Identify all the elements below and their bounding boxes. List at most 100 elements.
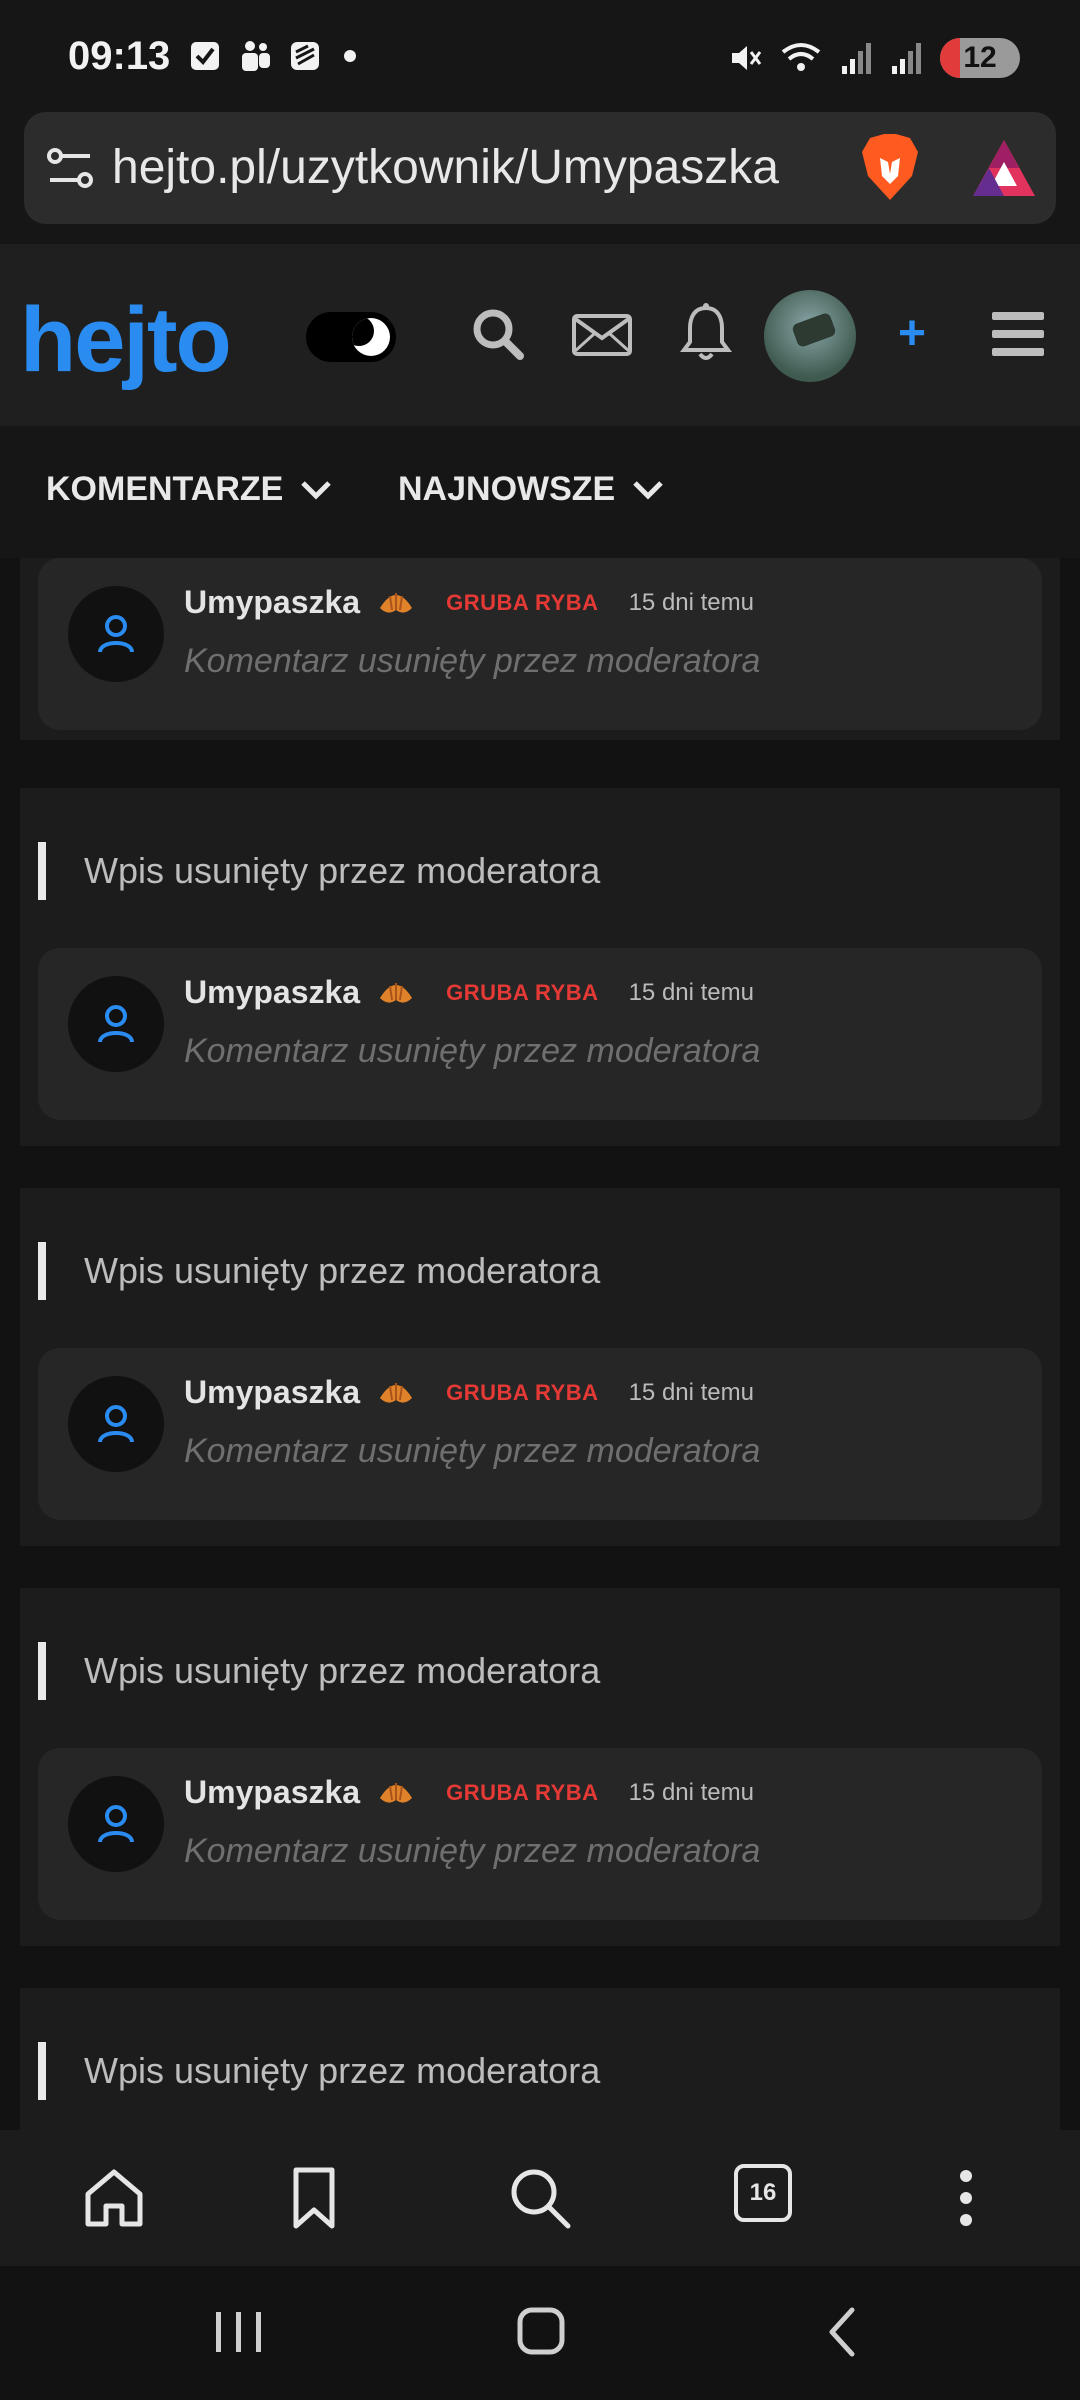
browser-toolbar: hejto.pl/uzytkownik/Umypaszka — [0, 112, 1080, 244]
recent-apps-icon[interactable] — [204, 2300, 274, 2366]
comment[interactable]: Umypaszka GRUBA RYBA 15 dni temu Komenta… — [38, 948, 1042, 1120]
teams-notification-icon — [242, 41, 270, 71]
comment[interactable]: Umypaszka GRUBA RYBA 15 dni temu Komenta… — [38, 1348, 1042, 1520]
chevron-down-icon — [633, 480, 664, 500]
croissant-icon — [380, 592, 413, 613]
croissant-icon — [380, 1782, 413, 1803]
search-icon[interactable] — [506, 2164, 574, 2232]
back-icon[interactable] — [808, 2300, 878, 2366]
menu-icon[interactable] — [986, 302, 1050, 366]
site-header: hejto + — [0, 244, 1080, 426]
user-rank-badge: GRUBA RYBA — [446, 589, 599, 615]
post-title-text: Wpis usunięty przez moderatora — [84, 1250, 601, 1291]
add-post-button[interactable]: + — [898, 304, 926, 364]
post-card: Umypaszka GRUBA RYBA 15 dni temu Komenta… — [20, 558, 1060, 740]
mail-icon[interactable] — [570, 302, 634, 366]
user-icon — [98, 1005, 134, 1043]
screen: 09:13 12 hejto.pl/uzytkownik/Umypaszka h… — [0, 0, 1080, 2400]
hejto-logo[interactable]: hejto — [20, 294, 232, 386]
quote-bar — [38, 1242, 46, 1300]
comment-meta: Umypaszka GRUBA RYBA 15 dni temu — [184, 584, 754, 621]
comment-username[interactable]: Umypaszka — [184, 1374, 360, 1411]
comment-time[interactable]: 15 dni temu — [629, 1379, 754, 1407]
brave-rewards-button[interactable] — [954, 130, 1054, 206]
brave-shields-button[interactable] — [830, 130, 950, 206]
post-card: Wpis usunięty przez moderatora Umypaszka… — [20, 788, 1060, 1146]
comment-time[interactable]: 15 dni temu — [629, 589, 754, 617]
signal-1-icon — [842, 43, 871, 74]
tab-komentarze[interactable]: KOMENTARZE — [46, 470, 333, 509]
wifi-icon — [781, 43, 821, 71]
status-time: 09:13 — [68, 34, 171, 78]
quote-bar — [38, 842, 46, 900]
signal-2-icon — [892, 43, 921, 74]
dark-mode-toggle[interactable] — [306, 312, 396, 362]
comment-text: Komentarz usunięty przez moderatora — [184, 1832, 761, 1870]
post-title[interactable]: Wpis usunięty przez moderatora — [38, 2042, 600, 2100]
post-title[interactable]: Wpis usunięty przez moderatora — [38, 1242, 600, 1300]
comment-username[interactable]: Umypaszka — [184, 584, 360, 621]
post-title-text: Wpis usunięty przez moderatora — [84, 1650, 601, 1691]
tab-najnowsze[interactable]: NAJNOWSZE — [398, 470, 665, 509]
more-notifications-dot — [344, 50, 356, 62]
checkbox-notification-icon — [191, 42, 219, 70]
tabs-counter-button[interactable]: 16 — [734, 2164, 792, 2222]
comment-username[interactable]: Umypaszka — [184, 974, 360, 1011]
comment-avatar[interactable] — [68, 586, 164, 682]
chevron-down-icon — [301, 480, 332, 500]
system-icons: 12 — [728, 38, 1020, 78]
croissant-icon — [380, 982, 413, 1003]
url-text[interactable]: hejto.pl/uzytkownik/Umypaszka — [112, 138, 828, 198]
bat-rewards-icon — [973, 140, 1035, 196]
comment-avatar[interactable] — [68, 1776, 164, 1872]
post-card: Wpis usunięty przez moderatora — [20, 1988, 1060, 2130]
comment[interactable]: Umypaszka GRUBA RYBA 15 dni temu Komenta… — [38, 1748, 1042, 1920]
brave-lion-icon — [862, 134, 918, 200]
comment-time[interactable]: 15 dni temu — [629, 1779, 754, 1807]
layers-notification-icon — [291, 42, 319, 70]
user-avatar[interactable] — [764, 290, 856, 382]
comment-username[interactable]: Umypaszka — [184, 1774, 360, 1811]
user-icon — [98, 1805, 134, 1843]
comment-avatar[interactable] — [68, 1376, 164, 1472]
comment-meta: Umypaszka GRUBA RYBA 15 dni temu — [184, 1374, 754, 1411]
quote-bar — [38, 2042, 46, 2100]
address-bar[interactable]: hejto.pl/uzytkownik/Umypaszka — [24, 112, 1056, 224]
filter-tabs: KOMENTARZE NAJNOWSZE — [0, 426, 1080, 558]
user-icon — [98, 1405, 134, 1443]
user-rank-badge: GRUBA RYBA — [446, 1379, 599, 1405]
bookmark-icon[interactable] — [280, 2164, 348, 2232]
search-icon[interactable] — [466, 302, 530, 366]
home-icon[interactable] — [80, 2164, 148, 2232]
comment-time[interactable]: 15 dni temu — [629, 979, 754, 1007]
post-title[interactable]: Wpis usunięty przez moderatora — [38, 1642, 600, 1700]
comment-meta: Umypaszka GRUBA RYBA 15 dni temu — [184, 974, 754, 1011]
post-card: Wpis usunięty przez moderatora Umypaszka… — [20, 1188, 1060, 1546]
user-rank-badge: GRUBA RYBA — [446, 1779, 599, 1805]
post-title-text: Wpis usunięty przez moderatora — [84, 850, 601, 891]
tab-label: NAJNOWSZE — [398, 470, 616, 508]
battery-indicator: 12 — [940, 38, 1020, 78]
bell-icon[interactable] — [674, 302, 738, 366]
site-settings-icon[interactable] — [44, 142, 96, 194]
feed: Umypaszka GRUBA RYBA 15 dni temu Komenta… — [0, 558, 1080, 2130]
system-nav-bar — [0, 2266, 1080, 2400]
quote-bar — [38, 1642, 46, 1700]
comment-avatar[interactable] — [68, 976, 164, 1072]
status-bar: 09:13 12 — [0, 0, 1080, 112]
more-vertical-icon[interactable] — [932, 2164, 1000, 2232]
home-nav-icon[interactable] — [506, 2300, 576, 2366]
comment-text: Komentarz usunięty przez moderatora — [184, 1432, 761, 1470]
user-rank-badge: GRUBA RYBA — [446, 979, 599, 1005]
user-icon — [98, 615, 134, 653]
battery-level: 12 — [963, 41, 997, 74]
moon-icon — [352, 318, 390, 356]
comment-text: Komentarz usunięty przez moderatora — [184, 1032, 761, 1070]
post-title[interactable]: Wpis usunięty przez moderatora — [38, 842, 600, 900]
tab-label: KOMENTARZE — [46, 470, 284, 508]
post-title-text: Wpis usunięty przez moderatora — [84, 2050, 601, 2091]
comment-text: Komentarz usunięty przez moderatora — [184, 642, 761, 680]
comment[interactable]: Umypaszka GRUBA RYBA 15 dni temu Komenta… — [38, 558, 1042, 730]
croissant-icon — [380, 1382, 413, 1403]
mute-icon — [732, 46, 762, 70]
